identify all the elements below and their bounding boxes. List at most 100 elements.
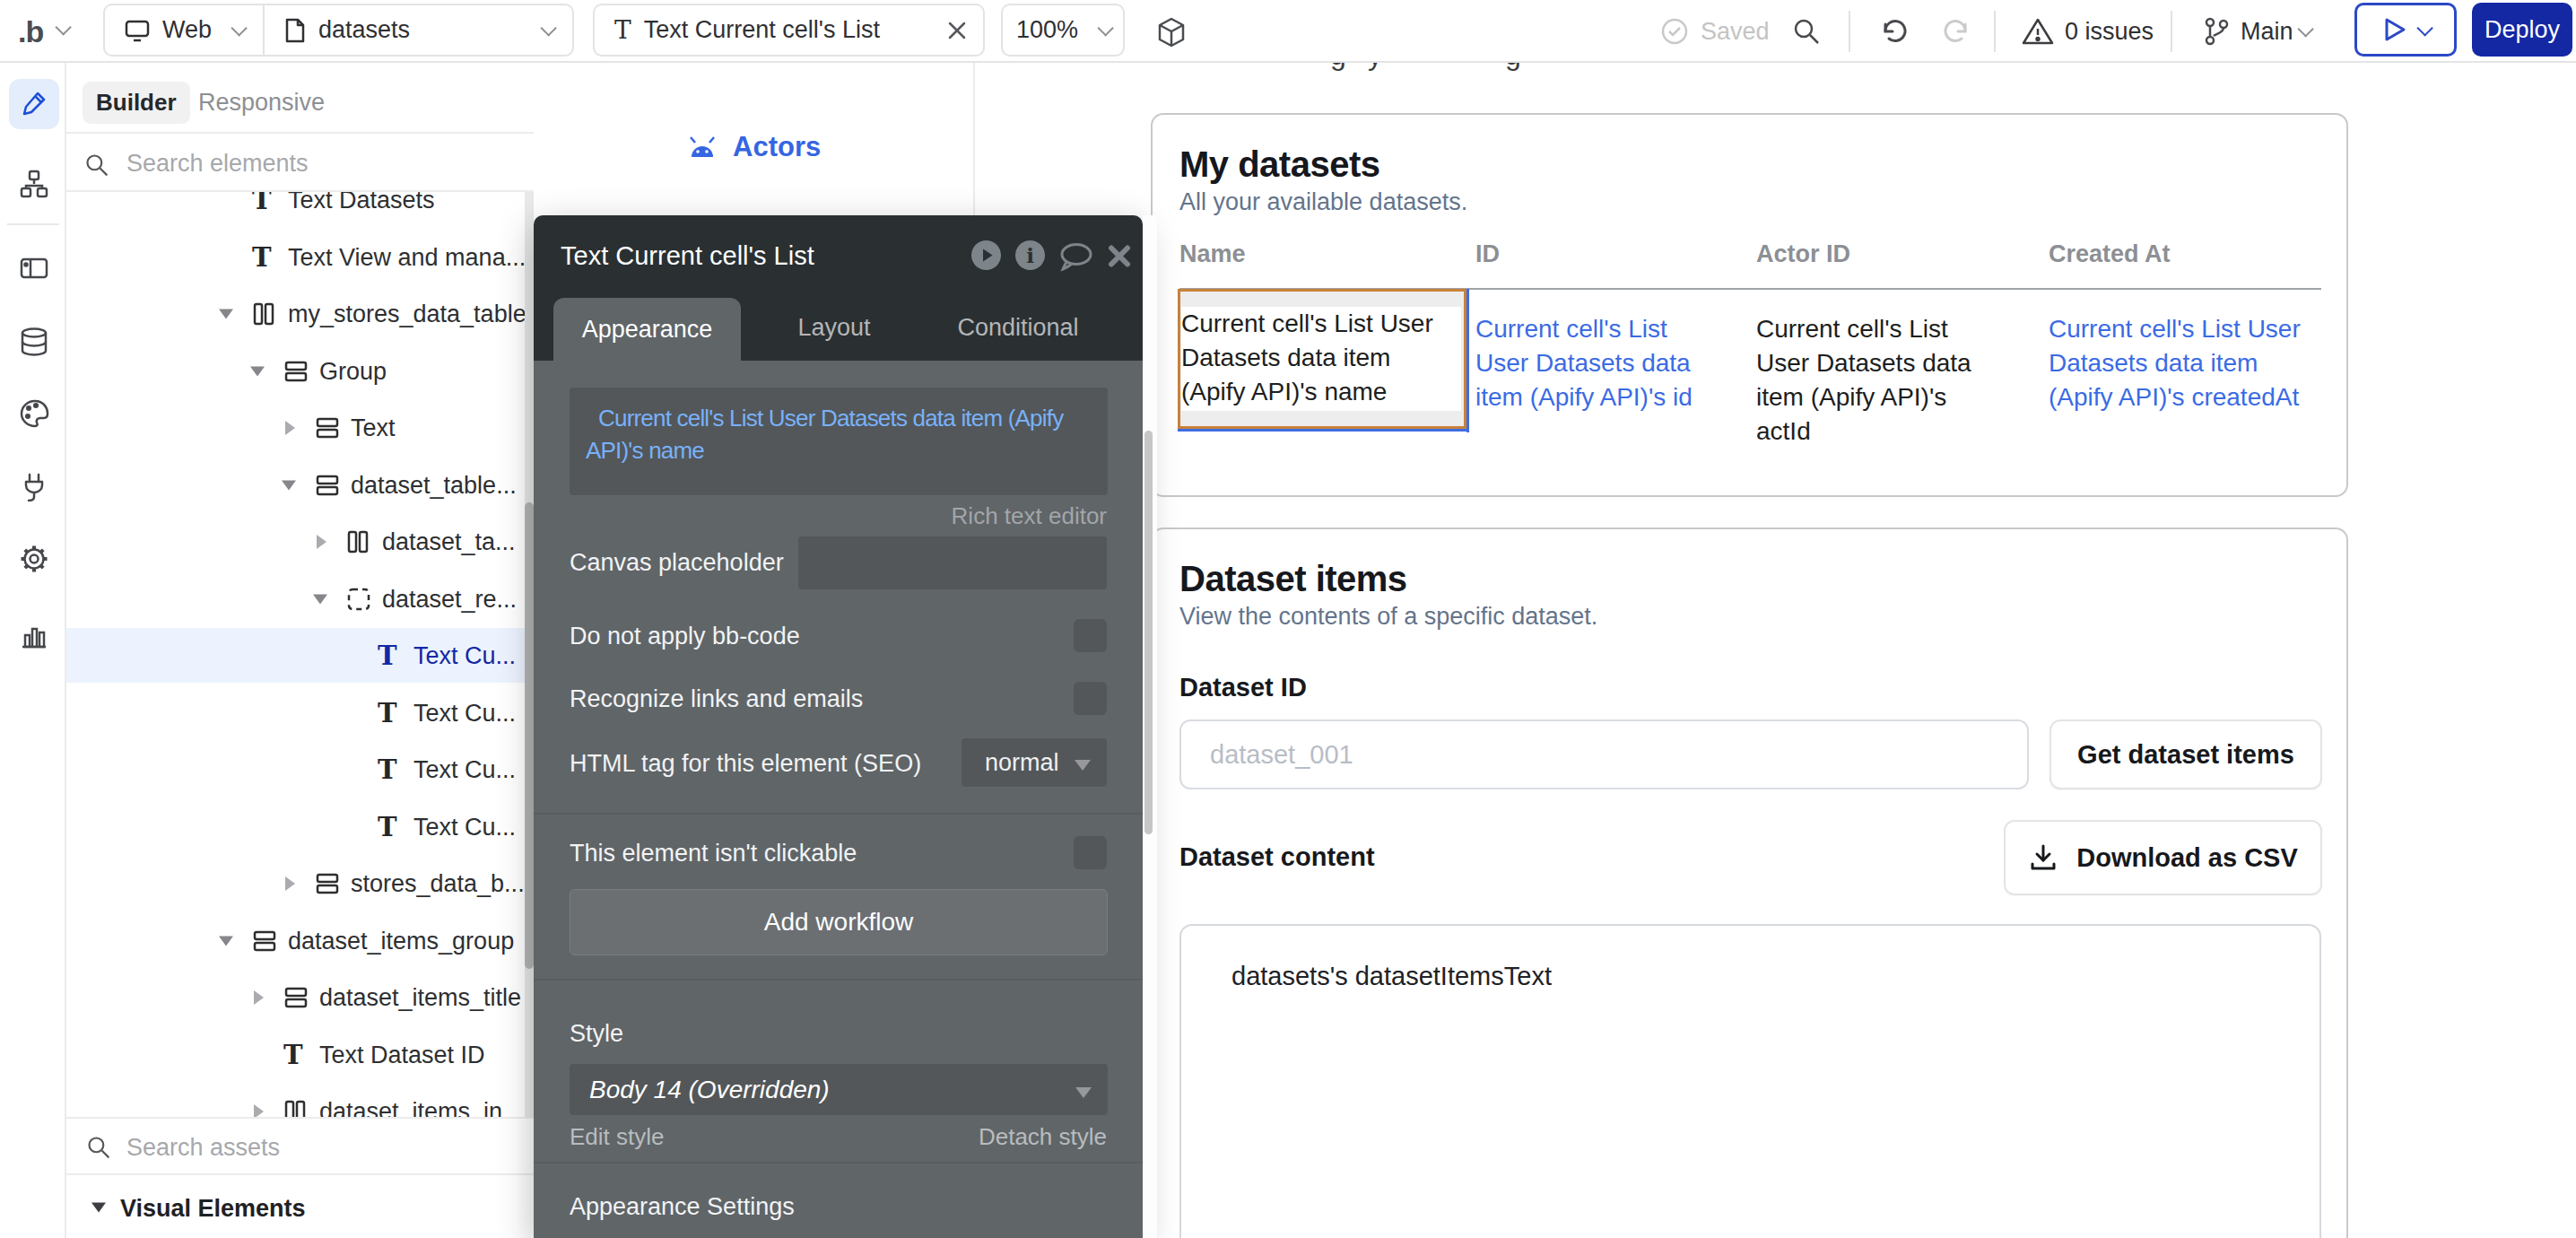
section-caret-icon — [91, 1203, 106, 1213]
property-editor: Text Current cell's List i Appearance — [534, 215, 1143, 1238]
selected-name-cell[interactable]: Current cell's List User Datasets data i… — [1178, 289, 1466, 429]
tree-item-dataset-re[interactable]: dataset_re... — [66, 571, 534, 626]
tree-item-dataset-items-title[interactable]: dataset_items_title — [66, 970, 534, 1024]
undo-button[interactable] — [1880, 0, 1910, 63]
rich-text-editor-link[interactable]: Rich text editor — [952, 502, 1107, 530]
tree-item-text-cu[interactable]: TText Cu... — [66, 628, 534, 683]
my-datasets-title: My datasets — [1179, 144, 1379, 185]
divider — [1994, 11, 1996, 52]
canvas-placeholder-input[interactable] — [798, 536, 1107, 589]
edit-style-link[interactable]: Edit style — [570, 1123, 665, 1151]
redo-button[interactable] — [1940, 0, 1971, 63]
caret-right-icon[interactable] — [285, 876, 295, 891]
tree-item-text-cu[interactable]: TText Cu... — [66, 685, 534, 740]
add-workflow-button[interactable]: Add workflow — [570, 889, 1108, 955]
download-csv-label: Download as CSV — [2076, 843, 2298, 873]
element-tab[interactable]: T Text Current cell's List — [593, 4, 985, 57]
download-csv-button[interactable]: Download as CSV — [2004, 820, 2322, 895]
page-dropdown[interactable]: datasets — [265, 5, 572, 55]
tree-item-group[interactable]: Group — [66, 344, 534, 398]
tree-item-my-stores-data-table[interactable]: my_stores_data_table — [66, 286, 534, 341]
text-element-icon: T — [378, 812, 397, 842]
design-pencil-icon[interactable] — [20, 89, 48, 118]
dashed-element-icon — [346, 587, 371, 612]
warning-icon — [2022, 17, 2054, 46]
not-clickable-checkbox[interactable] — [1074, 836, 1107, 869]
recognize-links-checkbox[interactable] — [1074, 682, 1107, 715]
logs-chart-icon[interactable] — [20, 621, 48, 650]
group-element-icon — [315, 872, 340, 895]
logo-chevron-icon[interactable] — [55, 19, 71, 35]
tree-item-dataset-items-in[interactable]: dataset_items_in... — [66, 1084, 534, 1117]
caret-right-icon[interactable] — [254, 1104, 264, 1118]
detach-style-link[interactable]: Detach style — [979, 1123, 1107, 1151]
branch-label: Main — [2241, 18, 2293, 46]
property-editor-header[interactable]: Text Current cell's List i — [534, 215, 1143, 296]
get-dataset-items-button[interactable]: Get dataset items — [2049, 719, 2322, 789]
caret-right-icon[interactable] — [317, 535, 326, 549]
tree-item-label: Text Cu... — [413, 813, 516, 841]
group-element-icon — [283, 986, 309, 1009]
save-status: Saved — [1661, 0, 1770, 63]
caret-right-icon[interactable] — [285, 421, 295, 435]
play-icon — [2383, 17, 2406, 42]
tab-layout[interactable]: Layout — [753, 296, 915, 359]
close-panel-button[interactable] — [1108, 245, 1131, 267]
tree-item-dataset-table[interactable]: dataset_table... — [66, 458, 534, 512]
tab-builder[interactable]: Builder — [83, 82, 190, 124]
platform-dropdown[interactable]: Web — [105, 5, 263, 55]
bb-code-checkbox[interactable] — [1074, 619, 1107, 652]
dataset-content-textarea[interactable]: datasets's datasetItemsText — [1179, 924, 2321, 1238]
search-assets-row[interactable]: Search assets — [66, 1117, 534, 1175]
dataset-items-card: Dataset items View the contents of a spe… — [1151, 527, 2348, 1238]
tree-scrollbar-thumb[interactable] — [525, 502, 534, 969]
tab-responsive[interactable]: Responsive — [198, 82, 325, 124]
expression-editor[interactable]: Current cell's List User Datasets data i… — [570, 388, 1108, 495]
workflow-tree-icon[interactable] — [20, 170, 48, 198]
bubble-logo[interactable]: .b — [18, 14, 43, 49]
preview-element-button[interactable] — [971, 240, 1001, 270]
comment-button[interactable] — [1057, 242, 1093, 272]
tree-item-text-dataset-id[interactable]: TText Dataset ID — [66, 1027, 534, 1082]
toolbar-search-button[interactable] — [1792, 0, 1821, 63]
plugins-icon[interactable] — [20, 471, 48, 501]
tree-item-text[interactable]: Text — [66, 400, 534, 455]
tree-item-text-cu[interactable]: T Text Cu... — [66, 799, 534, 854]
caret-down-icon[interactable] — [219, 936, 233, 946]
tree-item-dataset-items-group[interactable]: dataset_items_group — [66, 913, 534, 968]
visual-elements-section[interactable]: Visual Elements — [66, 1175, 534, 1238]
search-elements-row[interactable]: Search elements — [66, 135, 534, 192]
component-library-icon[interactable] — [1157, 17, 1186, 48]
caret-down-icon[interactable] — [219, 309, 233, 318]
close-tab-icon[interactable] — [947, 21, 967, 40]
bb-code-label: Do not apply bb-code — [570, 623, 800, 650]
reusable-elements-icon[interactable] — [20, 254, 48, 283]
style-dropdown[interactable]: Body 14 (Overridden) — [570, 1064, 1108, 1115]
tree-item-stores-data-b[interactable]: stores_data_b... — [66, 856, 534, 911]
deploy-button[interactable]: Deploy — [2472, 3, 2572, 57]
zoom-dropdown[interactable]: 100% — [1001, 4, 1125, 57]
tree-item-label: dataset_re... — [382, 585, 517, 613]
panel-scrollbar-thumb[interactable] — [1144, 431, 1153, 834]
database-icon[interactable] — [20, 327, 48, 358]
element-info-button[interactable]: i — [1015, 240, 1045, 270]
tree-item-dataset-ta[interactable]: dataset_ta... — [66, 514, 534, 569]
preview-button[interactable] — [2354, 3, 2457, 57]
branch-selector[interactable]: Main — [2203, 0, 2293, 63]
tab-conditional[interactable]: Conditional — [937, 296, 1099, 359]
tree-item-text-datasets[interactable]: TText Datasets — [66, 192, 534, 227]
tree-item-text-view-and-mana[interactable]: TText View and mana... — [66, 230, 534, 284]
caret-down-icon[interactable] — [313, 594, 327, 604]
caret-down-icon[interactable] — [282, 480, 296, 490]
caret-right-icon[interactable] — [254, 990, 264, 1005]
html-tag-dropdown[interactable]: normal — [962, 738, 1107, 787]
issues-indicator[interactable]: 0 issues — [2022, 0, 2154, 63]
cell-id[interactable]: Current cell's List User Datasets data i… — [1475, 312, 1710, 414]
settings-gear-icon[interactable] — [20, 545, 48, 573]
dataset-id-input[interactable]: dataset_001 — [1179, 719, 2029, 789]
cell-created-at[interactable]: Current cell's List User Datasets data i… — [2049, 312, 2328, 414]
tab-appearance[interactable]: Appearance — [553, 298, 741, 361]
styles-palette-icon[interactable] — [20, 399, 50, 428]
tree-item-text-cu[interactable]: TText Cu... — [66, 742, 534, 797]
caret-down-icon[interactable] — [250, 366, 265, 376]
